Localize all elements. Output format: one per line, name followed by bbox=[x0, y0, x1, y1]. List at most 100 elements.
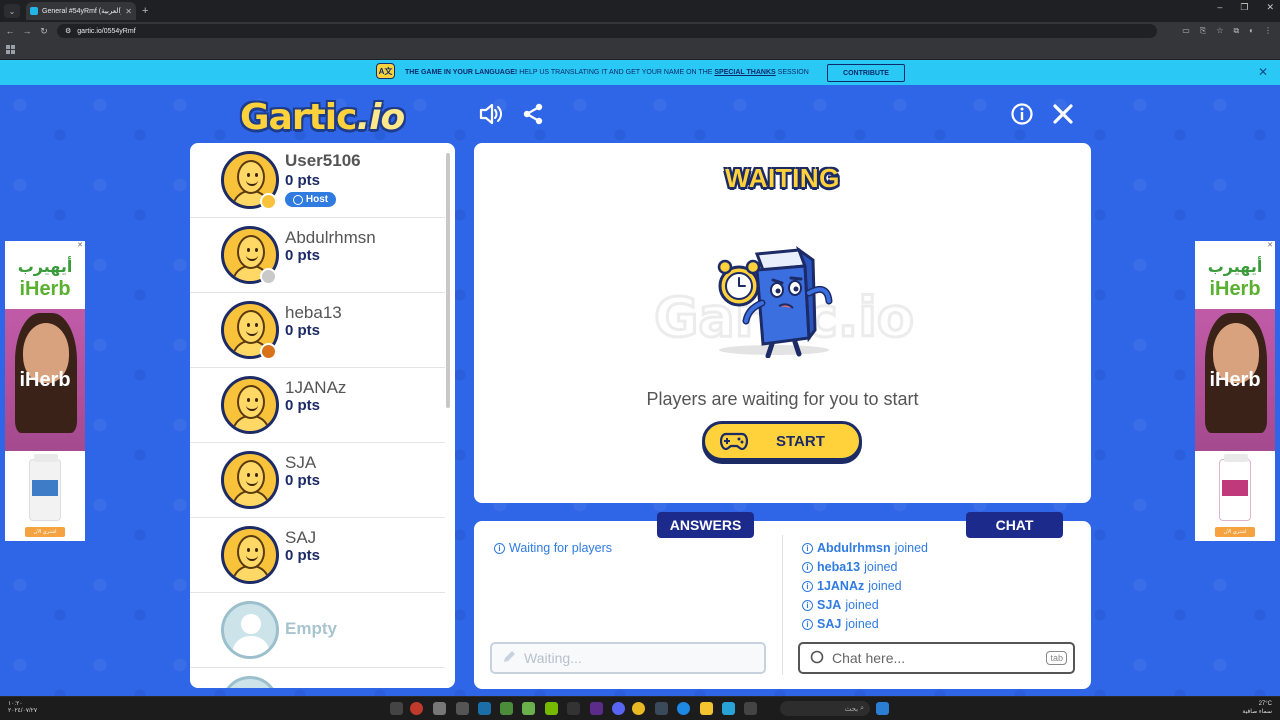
translate-icon[interactable]: ⎘ bbox=[1200, 26, 1206, 36]
tab-chat[interactable]: CHAT bbox=[966, 512, 1063, 538]
forward-button[interactable]: → bbox=[20, 26, 34, 36]
ad-cta-button[interactable]: اشتري الآن bbox=[1215, 527, 1255, 537]
tab-key-hint: tab bbox=[1046, 651, 1067, 665]
browser-tab[interactable]: General #54yRmf (العربية) - Gartic ✕ bbox=[26, 2, 136, 20]
player-name: SAJ bbox=[285, 528, 317, 547]
taskbar-app-icon[interactable] bbox=[545, 702, 558, 715]
player-row[interactable]: SAJ 0 pts bbox=[190, 518, 445, 593]
taskbar-app-icon[interactable] bbox=[433, 702, 446, 715]
taskbar-app-icon[interactable] bbox=[744, 702, 757, 715]
edge-icon[interactable] bbox=[677, 702, 690, 715]
advertisement-right[interactable]: ✕ أيهيرب iHerb iHerb اشتري الآن bbox=[1195, 241, 1275, 541]
player-avatar bbox=[221, 451, 279, 509]
contribute-button[interactable]: CONTRIBUTE bbox=[827, 64, 905, 82]
reload-button[interactable]: ↻ bbox=[37, 26, 51, 37]
back-button[interactable]: ← bbox=[3, 26, 17, 36]
apps-grid-icon[interactable] bbox=[6, 45, 15, 54]
chat-input[interactable] bbox=[832, 650, 1022, 666]
answers-status: i Waiting for players bbox=[494, 541, 612, 555]
player-row[interactable]: 1JANAz 0 pts bbox=[190, 368, 445, 443]
player-list-scrollbar[interactable] bbox=[446, 153, 450, 408]
player-row[interactable]: heba13 0 pts bbox=[190, 293, 445, 368]
game-area: Gartic.io ✕ أيهيرب iHerb iHerb اشتري الآ… bbox=[0, 85, 1280, 696]
host-badge: Host bbox=[285, 192, 336, 207]
share-icon[interactable] bbox=[520, 101, 546, 127]
host-badge-label: Host bbox=[305, 194, 329, 205]
windows-start-icon[interactable] bbox=[876, 702, 889, 715]
announcement-banner: A文 THE GAME IN YOUR LANGUAGE! HELP US TR… bbox=[0, 60, 1280, 85]
player-row[interactable]: Abdulrhmsn 0 pts bbox=[190, 218, 445, 293]
taskbar-app-icon[interactable] bbox=[500, 702, 513, 715]
player-name: SJA bbox=[285, 453, 317, 472]
chat-joined-text: joined bbox=[864, 560, 898, 574]
player-points: 0 pts bbox=[285, 172, 321, 189]
language-icon: A文 bbox=[376, 63, 395, 79]
empty-slot-label: Empty bbox=[285, 619, 337, 638]
close-icon[interactable] bbox=[1050, 101, 1076, 127]
minimize-button[interactable]: – bbox=[1217, 2, 1222, 13]
ad-photo-text: iHerb bbox=[19, 369, 71, 391]
info-icon[interactable] bbox=[1009, 101, 1035, 127]
folder-icon[interactable] bbox=[700, 702, 713, 715]
ad-close-icon[interactable]: ✕ bbox=[1265, 241, 1275, 251]
taskbar-app-icon[interactable] bbox=[390, 702, 403, 715]
taskbar-search[interactable]: بحث ⌕ bbox=[780, 701, 870, 716]
ad-photo-text: iHerb bbox=[1209, 369, 1261, 391]
tab-answers[interactable]: ANSWERS bbox=[657, 512, 754, 538]
player-row[interactable]: User5106 0 pts Host bbox=[190, 143, 445, 218]
weather-desc: سماء صافية bbox=[1242, 709, 1272, 715]
taskbar-app-icon[interactable] bbox=[567, 702, 580, 715]
chat-username: Abdulrhmsn bbox=[817, 541, 891, 555]
taskbar-app-icon[interactable] bbox=[612, 702, 625, 715]
empty-avatar bbox=[221, 601, 279, 659]
start-button-label: START bbox=[776, 432, 825, 450]
window-close-button[interactable]: ✕ bbox=[1266, 2, 1274, 13]
player-list[interactable]: User5106 0 pts Host Abdulrhmsn 0 pts heba13 0 … bbox=[190, 143, 455, 688]
pencil-icon bbox=[502, 650, 516, 667]
player-points: 0 pts bbox=[285, 247, 321, 264]
url-field[interactable]: ⚙ gartic.io/0554yRmf bbox=[57, 24, 1157, 38]
install-app-icon[interactable]: ▭ bbox=[1182, 26, 1190, 36]
special-thanks-link[interactable]: SPECIAL THANKS bbox=[714, 69, 775, 76]
taskbar-app-icon[interactable] bbox=[655, 702, 668, 715]
chat-field[interactable]: tab bbox=[798, 642, 1075, 674]
close-banner-icon[interactable]: ✕ bbox=[1258, 65, 1268, 79]
maximize-button[interactable]: ❐ bbox=[1240, 2, 1248, 13]
start-button[interactable]: START bbox=[702, 421, 862, 461]
chat-joined-text: joined bbox=[868, 579, 902, 593]
gamepad-icon bbox=[720, 432, 748, 450]
answer-input[interactable] bbox=[524, 650, 714, 666]
player-points: 0 pts bbox=[285, 322, 321, 339]
taskbar-app-icon[interactable] bbox=[590, 702, 603, 715]
tab-close-icon[interactable]: ✕ bbox=[125, 7, 132, 16]
chat-message: i SAJ joined bbox=[802, 617, 879, 631]
info-circle-icon: i bbox=[802, 561, 813, 573]
sound-icon[interactable] bbox=[478, 101, 504, 127]
profile-icon[interactable]: ◐ bbox=[1249, 26, 1254, 36]
new-tab-button[interactable]: + bbox=[142, 5, 148, 17]
browser-menu-icon[interactable]: ⋮ bbox=[1264, 26, 1272, 36]
taskbar-app-icon[interactable] bbox=[478, 702, 491, 715]
taskbar-app-icon[interactable] bbox=[456, 702, 469, 715]
panel-divider bbox=[782, 535, 783, 675]
advertisement-left[interactable]: ✕ أيهيرب iHerb iHerb اشتري الآن bbox=[5, 241, 85, 541]
extensions-icon[interactable]: ⧉ bbox=[1233, 26, 1239, 36]
player-row[interactable]: SJA 0 pts bbox=[190, 443, 445, 518]
window-controls: – ❐ ✕ bbox=[1217, 2, 1274, 13]
chrome-icon[interactable] bbox=[632, 702, 645, 715]
ad-cta-button[interactable]: اشتري الآن bbox=[25, 527, 65, 537]
taskbar-app-icon[interactable] bbox=[522, 702, 535, 715]
site-info-icon[interactable]: ⚙ bbox=[65, 27, 71, 35]
gartic-logo[interactable]: Gartic.io bbox=[240, 97, 405, 138]
browser-tab-bar: ⌄ General #54yRmf (العربية) - Gartic ✕ +… bbox=[0, 0, 1280, 22]
taskbar-app-icon[interactable] bbox=[410, 702, 423, 715]
answer-field[interactable] bbox=[490, 642, 766, 674]
ad-brand-arabic: أيهيرب bbox=[1207, 257, 1263, 276]
player-name: User5106 bbox=[285, 151, 361, 170]
tab-search-button[interactable]: ⌄ bbox=[4, 4, 20, 18]
bookmark-star-icon[interactable]: ☆ bbox=[1216, 26, 1223, 36]
ad-close-icon[interactable]: ✕ bbox=[75, 241, 85, 251]
weather-temp: 27°C bbox=[1258, 701, 1272, 707]
info-circle-icon: i bbox=[802, 542, 813, 554]
taskbar-app-icon[interactable] bbox=[722, 702, 735, 715]
